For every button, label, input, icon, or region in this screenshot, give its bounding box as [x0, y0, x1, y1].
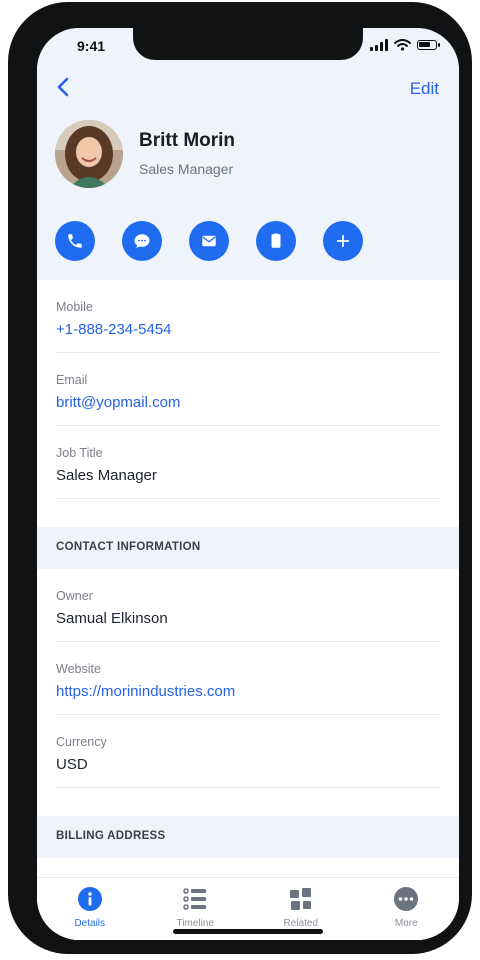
tab-label: Timeline	[176, 918, 214, 929]
email-button[interactable]	[189, 221, 229, 261]
email-link[interactable]: britt@yopmail.com	[56, 394, 180, 411]
wifi-icon	[394, 39, 411, 51]
notch	[133, 28, 363, 60]
contact-title: Sales Manager	[139, 161, 234, 177]
contact-name: Britt Morin	[139, 130, 236, 151]
field-website: Website https://morinindustries.com	[56, 642, 440, 715]
section-title: CONTACT INFORMATION	[56, 541, 201, 553]
chat-bubble-icon	[134, 234, 150, 249]
field-value: USD	[56, 756, 88, 773]
call-button[interactable]	[55, 221, 95, 261]
info-icon	[77, 887, 102, 911]
screen: 9:41 Edit Britt Morin Sales Manager Mobi…	[37, 28, 459, 940]
more-icon	[394, 887, 419, 911]
phone-frame: 9:41 Edit Britt Morin Sales Manager Mobi…	[8, 2, 472, 954]
quick-actions	[55, 221, 363, 261]
battery-icon	[417, 40, 440, 50]
document-icon	[271, 233, 281, 248]
field-job-title: Job Title Sales Manager	[56, 426, 440, 499]
tab-details[interactable]: Details	[37, 878, 143, 940]
mobile-link[interactable]: +1-888-234-5454	[56, 321, 172, 338]
field-label: Job Title	[56, 446, 103, 460]
field-email: Email britt@yopmail.com	[56, 353, 440, 426]
contact-header: Edit Britt Morin Sales Manager	[37, 72, 459, 280]
tab-label: Related	[283, 918, 318, 929]
status-icons	[370, 39, 440, 51]
field-value: Sales Manager	[56, 467, 157, 484]
chevron-left-icon	[57, 77, 69, 97]
field-currency: Currency USD	[56, 715, 440, 788]
avatar	[55, 120, 123, 188]
field-label: Email	[56, 373, 88, 387]
tab-label: More	[394, 918, 418, 929]
tab-label: Details	[74, 918, 106, 929]
grid-icon	[289, 888, 311, 910]
field-mobile: Mobile +1-888-234-5454	[56, 280, 440, 353]
field-owner: Owner Samual Elkinson	[56, 569, 440, 642]
section-title: BILLING ADDRESS	[56, 830, 166, 842]
note-button[interactable]	[256, 221, 296, 261]
add-button[interactable]	[323, 221, 363, 261]
home-indicator	[173, 929, 323, 934]
field-label: Mobile	[56, 300, 93, 314]
section-contact-information: CONTACT INFORMATION	[37, 527, 459, 569]
phone-icon	[68, 234, 82, 248]
list-icon	[183, 888, 207, 910]
field-label: Currency	[56, 735, 107, 749]
message-button[interactable]	[122, 221, 162, 261]
mail-icon	[202, 235, 216, 247]
plus-icon	[336, 234, 350, 248]
section-billing-address: BILLING ADDRESS	[37, 816, 459, 858]
tab-more[interactable]: More	[354, 878, 460, 940]
back-button[interactable]	[51, 74, 77, 100]
website-link[interactable]: https://morinindustries.com	[56, 683, 235, 700]
details-content[interactable]: Mobile +1-888-234-5454 Email britt@yopma…	[37, 280, 459, 878]
status-time: 9:41	[77, 38, 106, 54]
signal-icon	[370, 39, 388, 51]
edit-button[interactable]: Edit	[410, 79, 439, 99]
field-value: Samual Elkinson	[56, 610, 168, 627]
field-label: Owner	[56, 589, 93, 603]
field-label: Website	[56, 662, 101, 676]
